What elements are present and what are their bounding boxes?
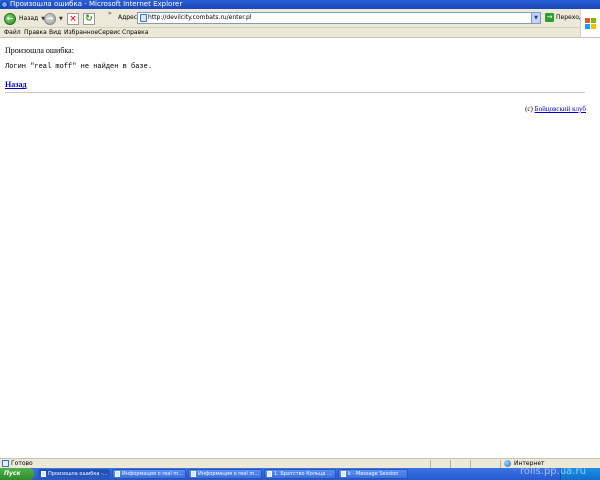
menu-edit[interactable]: Правка	[24, 29, 47, 37]
chevron-down-icon: ▼	[59, 15, 63, 22]
taskbar-button[interactable]: Произошла ошибка -...	[38, 469, 110, 479]
watermark: rolls.pp.ua.ru	[520, 466, 586, 477]
taskbar-button-label: Информация о real m...	[198, 471, 259, 477]
refresh-button[interactable]: ↻	[83, 11, 95, 26]
back-arrow-icon: ←	[4, 12, 16, 25]
ie-icon	[191, 471, 196, 477]
taskbar-button-label: k - Message Session	[348, 471, 399, 477]
document-icon	[267, 471, 272, 477]
start-button[interactable]: Пуск	[0, 468, 34, 480]
divider	[5, 92, 585, 93]
menu-tools[interactable]: Сервис	[98, 29, 120, 37]
taskbar-button-label: Информация о real m...	[122, 471, 183, 477]
ie-icon	[41, 471, 46, 477]
address-value[interactable]: http://devilcity.combats.ru/enter.pl	[148, 14, 252, 21]
taskbar: Пуск Произошла ошибка -... Информация о …	[0, 468, 600, 480]
page-icon	[140, 14, 147, 22]
windows-flag-icon	[585, 18, 597, 29]
go-arrow-icon: →	[545, 13, 554, 22]
taskbar-button[interactable]: Информация о real m...	[112, 469, 186, 479]
menu-file[interactable]: Файл	[4, 29, 21, 37]
error-title: Произошла ошибка:	[5, 46, 74, 55]
address-dropdown-icon[interactable]: ▼	[531, 13, 540, 23]
copyright-prefix: (c)	[525, 105, 533, 113]
status-separator	[450, 460, 451, 468]
menu-help[interactable]: Справка	[122, 29, 148, 37]
back-button[interactable]: ← Назад ▼	[4, 11, 45, 26]
status-separator	[470, 460, 471, 468]
taskbar-button[interactable]: k - Message Session	[338, 469, 408, 479]
menu-favorites[interactable]: Избранное	[64, 29, 98, 37]
copyright: (c) Бойцовский клуб	[525, 105, 586, 113]
stop-button[interactable]: ×	[67, 11, 79, 26]
menu-view[interactable]: Вид	[49, 29, 61, 37]
page-icon	[2, 460, 9, 467]
back-button-label: Назад	[19, 15, 39, 22]
address-label: Адрес:	[118, 14, 140, 21]
stop-icon: ×	[67, 12, 79, 25]
status-bar: Готово Интернет	[0, 458, 600, 468]
window-title: Произошла ошибка - Microsoft Internet Ex…	[10, 0, 183, 8]
toolbar-overflow-chevron-icon[interactable]: »	[108, 10, 112, 17]
go-button[interactable]: → Переход	[545, 13, 583, 22]
fight-club-link[interactable]: Бойцовский клуб	[535, 105, 586, 113]
chat-icon	[341, 471, 346, 477]
ie-icon	[115, 471, 120, 477]
taskbar-button-label: Произошла ошибка -...	[48, 471, 108, 477]
forward-arrow-icon: →	[44, 12, 56, 25]
address-field[interactable]: http://devilcity.combats.ru/enter.pl ▼	[137, 12, 541, 24]
internet-globe-icon	[504, 460, 511, 467]
menu-bar: Файл Правка Вид Избранное Сервис Справка	[0, 28, 580, 38]
taskbar-button[interactable]: 1. Братство Кольца ...	[264, 469, 336, 479]
forward-button[interactable]: → ▼	[44, 11, 63, 26]
status-text: Готово	[11, 460, 33, 467]
back-link[interactable]: Назад	[5, 80, 26, 89]
refresh-icon: ↻	[83, 12, 95, 25]
page-content: Произошла ошибка: Логин "real moff" не н…	[0, 39, 600, 458]
status-separator	[430, 460, 431, 468]
taskbar-button-label: 1. Братство Кольца ...	[274, 471, 332, 477]
windows-logo-box	[580, 9, 600, 38]
ie-icon	[1, 1, 8, 8]
navigation-toolbar: ← Назад ▼ → ▼ × ↻ » Адрес: http://devilc…	[0, 9, 583, 28]
error-message: Логин "real moff" не найден в базе.	[5, 63, 153, 71]
taskbar-button[interactable]: Информация о real m...	[188, 469, 262, 479]
window-titlebar: Произошла ошибка - Microsoft Internet Ex…	[0, 0, 600, 9]
status-separator	[500, 460, 501, 468]
